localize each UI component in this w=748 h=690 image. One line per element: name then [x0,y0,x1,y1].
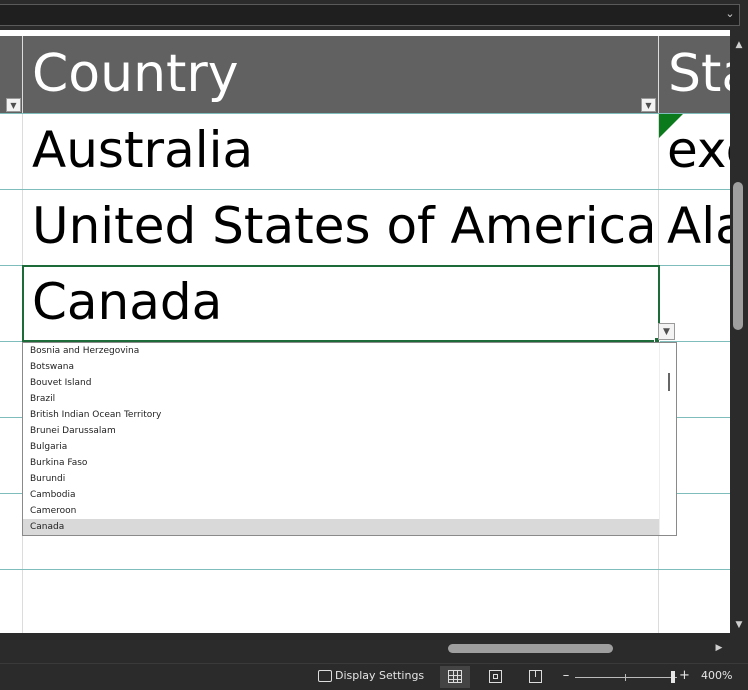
horizontal-scrollbar-thumb[interactable] [448,644,613,653]
formula-bar-strip: ⌄ [0,0,748,30]
status-bar: Display Settings – + 400% [0,663,748,690]
list-item[interactable]: Burkina Faso [23,455,659,471]
active-cell-border [22,265,660,342]
dropdown-arrow-icon[interactable]: ▼ [658,323,675,340]
list-scrollbar[interactable] [659,343,676,535]
cell-state[interactable]: Ala [667,190,730,262]
filter-dropdown-icon[interactable]: ▼ [6,98,21,112]
error-indicator-icon [659,114,683,138]
display-settings-button[interactable]: Display Settings [335,669,424,683]
scroll-right-icon[interactable]: ▶ [712,641,726,655]
list-item[interactable]: Cambodia [23,487,659,503]
column-header-country[interactable]: Country [23,36,658,113]
cell-country[interactable]: Australia [32,114,652,186]
page-layout-inner [493,674,498,679]
scroll-down-icon[interactable]: ▼ [730,618,748,632]
zoom-in-button[interactable]: + [679,669,690,683]
list-item[interactable]: Bulgaria [23,439,659,455]
list-item[interactable]: Cameroon [23,503,659,519]
display-settings-icon[interactable] [318,670,332,682]
formula-input[interactable] [0,4,740,26]
list-item[interactable]: Brazil [23,391,659,407]
zoom-slider-handle[interactable] [671,671,675,683]
worksheet-grid[interactable]: Country Sta ▼ ▼ Australia United States … [0,30,730,633]
chevron-down-icon[interactable]: ⌄ [722,6,738,22]
normal-view-icon[interactable] [448,670,462,683]
list-item[interactable]: British Indian Ocean Territory [23,407,659,423]
page-layout-view-icon[interactable] [489,670,502,683]
page-break-inner [535,671,536,677]
list-item[interactable]: Bosnia and Herzegovina [23,343,659,359]
list-item[interactable]: Bouvet Island [23,375,659,391]
page-break-preview-icon[interactable] [529,670,542,683]
zoom-level[interactable]: 400% [701,669,732,683]
cell-country[interactable]: United States of America [32,190,652,262]
list-item-selected[interactable]: Canada [23,519,659,535]
vertical-scrollbar[interactable]: ▲ ▼ [730,30,748,633]
list-item[interactable]: Botswana [23,359,659,375]
list-scrollbar-thumb[interactable] [668,373,670,391]
column-header-state[interactable]: Sta [659,36,730,113]
row-gridline [0,569,730,570]
list-item[interactable]: Burundi [23,471,659,487]
vertical-scrollbar-thumb[interactable] [733,182,743,330]
scroll-up-icon[interactable]: ▲ [730,38,748,52]
zoom-slider-midpoint [625,674,626,681]
list-item[interactable]: Brunei Darussalam [23,423,659,439]
zoom-slider[interactable] [575,674,677,681]
horizontal-scrollbar[interactable]: ▶ [0,633,748,663]
data-validation-list[interactable]: Bosnia and Herzegovina Botswana Bouvet I… [22,342,677,536]
zoom-out-button[interactable]: – [561,669,571,683]
filter-dropdown-icon[interactable]: ▼ [641,98,656,112]
